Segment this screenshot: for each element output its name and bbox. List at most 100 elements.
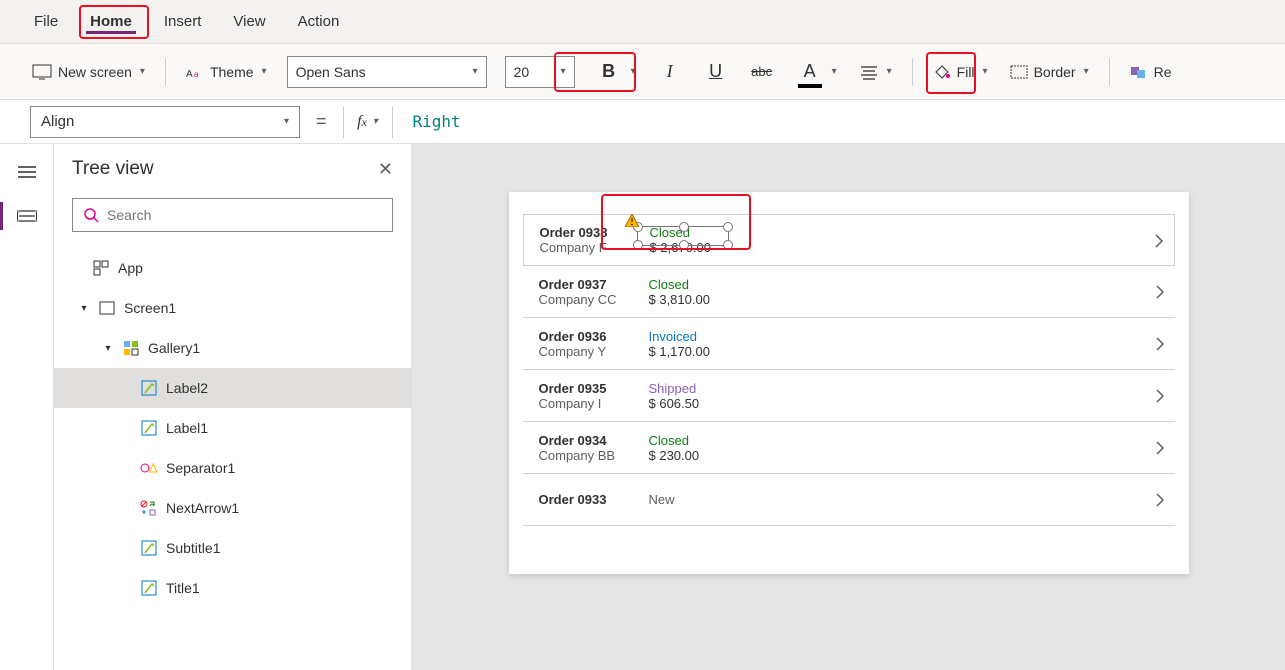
tree-label: App [118,260,143,276]
align-icon [859,64,879,80]
chevron-right-icon[interactable] [1154,233,1164,249]
separator [912,58,913,86]
order-status: Shipped [649,381,769,396]
menu-action[interactable]: Action [294,3,344,40]
reorder-label: Re [1154,64,1172,80]
order-row[interactable]: Order 0934 Company BB Closed $ 230.00 [523,422,1175,474]
label-icon [140,539,158,557]
font-family-select[interactable]: Open Sans ▾ [287,56,487,88]
search-icon [83,207,99,223]
underline-button[interactable]: U [702,58,730,86]
collapse-icon[interactable]: ▾ [102,343,114,354]
property-value: Align [41,113,74,130]
fill-label: Fill [957,64,975,80]
menu-insert[interactable]: Insert [160,3,206,40]
tree-label: Title1 [166,580,200,596]
order-row[interactable]: Order 0938 Company F Closed $ 2,670.00 [523,214,1175,266]
chevron-down-icon: ▾ [284,116,289,127]
order-row[interactable]: Order 0936 Company Y Invoiced $ 1,170.00 [523,318,1175,370]
canvas-area[interactable]: Order 0938 Company F Closed $ 2,670.00 O… [412,144,1285,670]
tree-label2[interactable]: Label2 [54,368,411,408]
fill-button[interactable]: Fill ▾ [931,60,990,84]
tree-nextarrow1[interactable]: NextArrow1 [54,488,411,528]
order-company: Company CC [539,292,649,307]
order-id: Order 0936 [539,329,649,344]
tree-screen1[interactable]: ▾ Screen1 [54,288,411,328]
tree-label: Screen1 [124,300,176,316]
tree-label1[interactable]: Label1 [54,408,411,448]
order-company: Company BB [539,448,649,463]
label-icon [140,579,158,597]
tree-search[interactable] [72,198,393,232]
border-icon [1010,65,1028,79]
chevron-right-icon[interactable] [1155,440,1165,456]
tree-title1[interactable]: Title1 [54,568,411,608]
fx-button[interactable]: fx ▾ [343,106,393,138]
order-id: Order 0935 [539,381,649,396]
collapse-icon[interactable]: ▾ [78,303,90,314]
order-status: Closed [649,277,769,292]
chevron-down-icon: ▾ [983,66,988,77]
gallery-icon [122,339,140,357]
ribbon: New screen ▾ Aa Theme ▾ Open Sans ▾ 20 ▾… [0,44,1285,100]
align-button[interactable]: ▾ [857,60,894,84]
order-company: Company Y [539,344,649,359]
separator [165,58,166,86]
strikethrough-button[interactable]: abc [748,58,776,86]
theme-icon: Aa [186,64,204,80]
theme-button[interactable]: Aa Theme ▾ [184,60,269,84]
order-status: Invoiced [649,329,769,344]
font-color-button[interactable]: A ▾ [794,54,839,90]
tree-label: Gallery1 [148,340,200,356]
tree-separator1[interactable]: Separator1 [54,448,411,488]
close-panel-button[interactable]: ✕ [378,159,393,180]
menu-bar: File Home Insert View Action [0,0,1285,44]
chevron-right-icon[interactable] [1155,284,1165,300]
new-screen-button[interactable]: New screen ▾ [30,60,147,84]
tree-app[interactable]: App [54,248,411,288]
tree-gallery1[interactable]: ▾ Gallery1 [54,328,411,368]
warning-icon [625,214,639,227]
chevron-right-icon[interactable] [1155,492,1165,508]
svg-text:a: a [194,70,199,79]
property-select[interactable]: Align ▾ [30,106,300,138]
chevron-down-icon: ▾ [832,66,837,77]
tree-view-button[interactable] [15,204,39,228]
font-family-value: Open Sans [296,64,366,80]
hamburger-button[interactable] [15,160,39,184]
search-input[interactable] [107,207,382,223]
chevron-down-icon: ▾ [140,66,145,77]
font-size-value: 20 [514,64,530,80]
order-row[interactable]: Order 0933 New [523,474,1175,526]
order-id: Order 0934 [539,433,649,448]
tree-label: Separator1 [166,460,235,476]
font-size-select[interactable]: 20 ▾ [505,56,575,88]
order-price: $ 606.50 [649,396,769,411]
reorder-button[interactable]: Re [1128,60,1174,84]
order-row[interactable]: Order 0937 Company CC Closed $ 3,810.00 [523,266,1175,318]
tree-label: Label1 [166,420,208,436]
menu-home[interactable]: Home [86,3,136,40]
italic-button[interactable]: I [656,58,684,86]
chevron-right-icon[interactable] [1155,388,1165,404]
border-label: Border [1034,64,1076,80]
tree-view-title: Tree view [72,158,154,180]
formula-input[interactable]: Right [405,112,461,131]
app-canvas[interactable]: Order 0938 Company F Closed $ 2,670.00 O… [509,192,1189,574]
reorder-icon [1130,64,1148,80]
chevron-right-icon[interactable] [1155,336,1165,352]
tree-label: NextArrow1 [166,500,239,516]
selection-handles[interactable] [637,226,729,246]
order-company: Company I [539,396,649,411]
border-button[interactable]: Border ▾ [1008,60,1091,84]
tree-subtitle1[interactable]: Subtitle1 [54,528,411,568]
order-price: $ 3,810.00 [649,292,769,307]
equals-sign: = [316,111,327,132]
chevron-down-icon: ▾ [631,66,636,77]
order-row[interactable]: Order 0935 Company I Shipped $ 606.50 [523,370,1175,422]
bold-button[interactable]: B ▾ [593,54,638,90]
svg-text:A: A [186,69,193,80]
separator [1109,58,1110,86]
menu-file[interactable]: File [30,3,62,40]
menu-view[interactable]: View [229,3,269,40]
